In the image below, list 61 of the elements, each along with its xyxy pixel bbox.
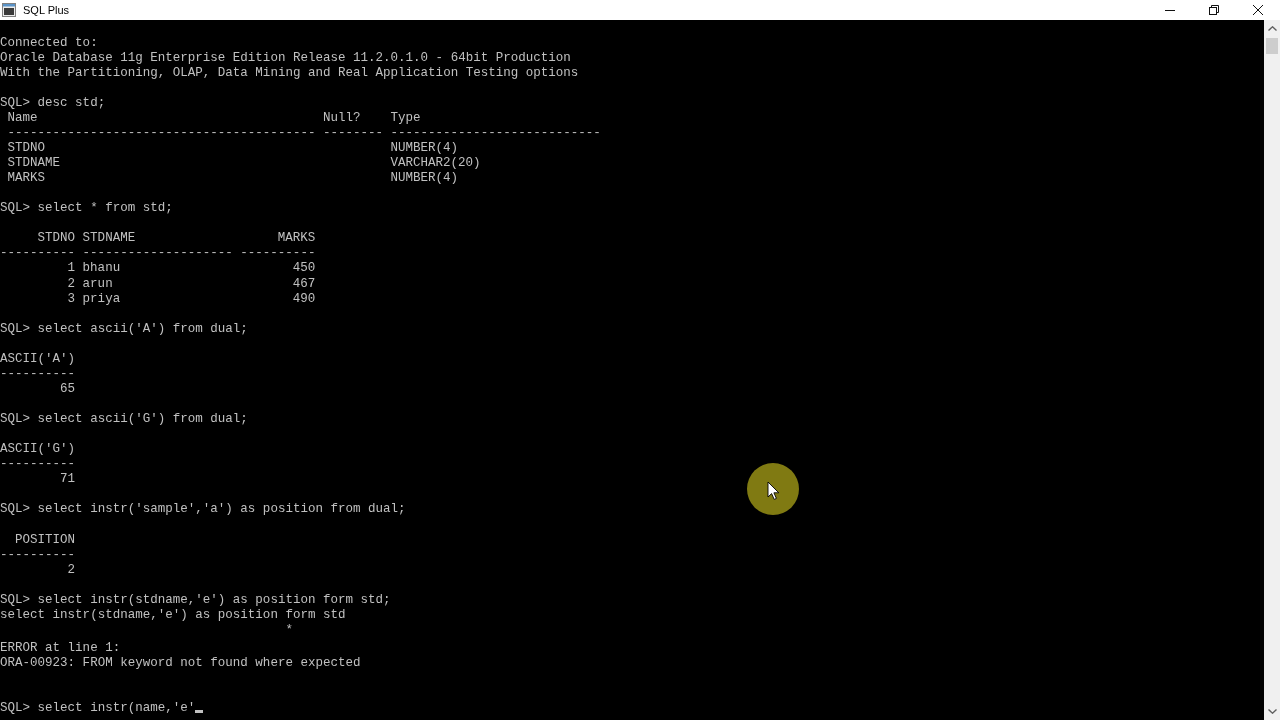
table-cell: 2	[67, 276, 76, 291]
table-cell: priya	[82, 291, 121, 306]
header-underline: --------	[322, 125, 383, 140]
table-cell: 3	[67, 291, 76, 306]
close-icon	[1253, 5, 1263, 15]
console-line: Connected to:	[0, 35, 98, 50]
table-cell: 450	[292, 261, 316, 276]
table-cell: 1	[67, 261, 76, 276]
mouse-pointer-icon	[747, 463, 799, 515]
chevron-down-icon	[1267, 709, 1277, 714]
text-cursor-icon	[195, 710, 203, 714]
header-underline: ----------	[240, 246, 316, 261]
table-cell: 2	[67, 562, 76, 577]
app-window-icon	[2, 3, 16, 17]
console-line: SQL> select instr('sample','a') as position from dual;	[0, 502, 406, 517]
restore-icon	[1209, 5, 1219, 15]
scrollbar-thumb[interactable]	[1266, 38, 1278, 54]
header-underline: ----------------------------	[390, 125, 601, 140]
header-underline: ----------	[0, 246, 76, 261]
table-cell: bhanu	[82, 261, 121, 276]
header-underline: ----------	[0, 547, 76, 562]
table-cell: NUMBER(4)	[390, 171, 459, 186]
column-header: STDNAME	[82, 231, 136, 246]
console-line: *	[285, 622, 293, 637]
header-underline: --------------------	[82, 246, 233, 261]
table-cell: NUMBER(4)	[390, 140, 459, 155]
header-underline: ----------	[0, 457, 76, 472]
column-header: MARKS	[277, 231, 316, 246]
console-line: SQL> select ascii('G') from dual;	[0, 412, 248, 427]
console-line: SQL> select instr(stdname,'e') as position form std;	[0, 592, 391, 607]
minimize-icon	[1165, 9, 1175, 11]
column-header: POSITION	[15, 532, 76, 547]
table-cell: 65	[60, 381, 76, 396]
column-header: STDNO	[37, 231, 76, 246]
console-line: ERROR at line 1:	[0, 641, 121, 655]
column-header: Name	[7, 110, 38, 125]
console-line: With the Partitioning, OLAP, Data Mining and Real Application Testing options	[0, 65, 579, 80]
console-line: SQL> desc std;	[0, 95, 106, 110]
column-header: ASCII('A')	[0, 351, 76, 366]
column-header: ASCII('G')	[0, 442, 76, 457]
table-cell: STDNO	[7, 140, 46, 155]
scrollbar[interactable]	[1264, 20, 1280, 720]
table-cell: arun	[82, 276, 113, 291]
column-header: Type	[390, 110, 421, 125]
table-cell: 490	[292, 291, 316, 306]
table-cell: VARCHAR2(20)	[390, 156, 481, 170]
header-underline: ----------	[0, 366, 76, 381]
command-input[interactable]: SQL> select instr(name,'e'	[0, 701, 203, 717]
console-line: Oracle Database 11g Enterprise Edition Release 11.2.0.1.0 - 64bit Production	[0, 50, 571, 65]
table-cell: MARKS	[7, 171, 46, 186]
table-cell: STDNAME	[7, 156, 61, 170]
table-cell: 467	[292, 276, 316, 291]
window-title: SQL Plus	[23, 3, 70, 17]
console-line: select instr(stdname,'e') as position form std	[0, 607, 346, 622]
console-line: SQL> select * from std;	[0, 201, 173, 216]
console-line: SQL> select ascii('A') from dual;	[0, 321, 248, 336]
console-line: ORA-00923: FROM keyword not found where expected	[0, 656, 361, 671]
chevron-up-icon	[1267, 26, 1277, 31]
column-header: Null?	[322, 110, 361, 125]
table-cell: 71	[60, 472, 76, 487]
header-underline: -----------------------------------------	[7, 125, 316, 140]
